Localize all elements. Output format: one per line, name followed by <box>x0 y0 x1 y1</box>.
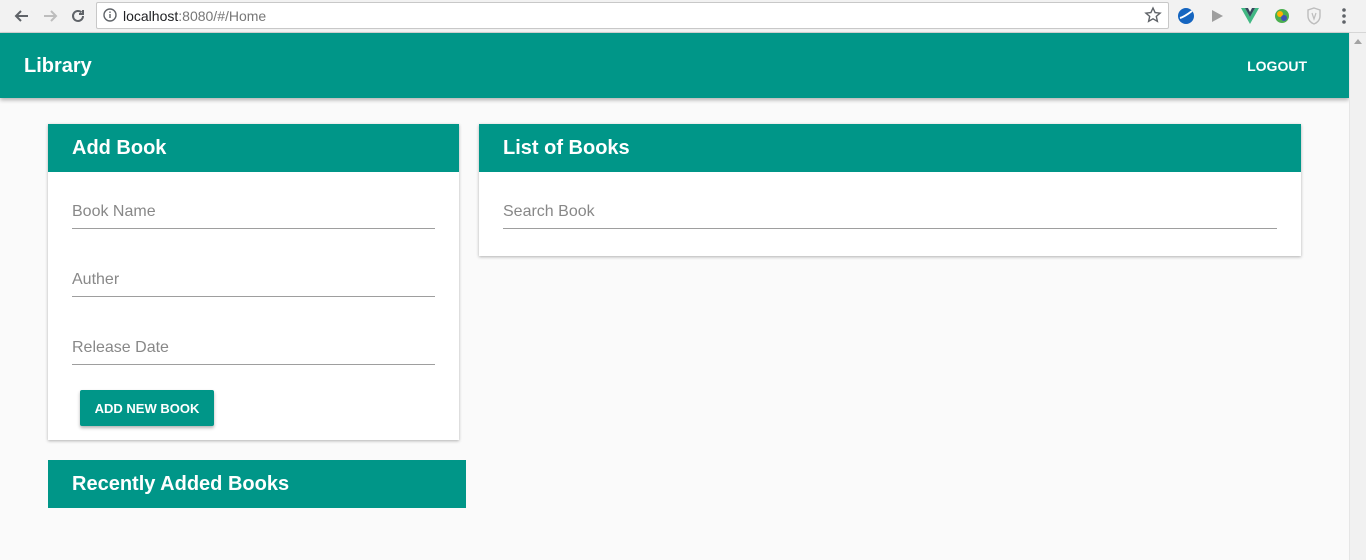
add-book-card: Add Book ADD NEW BOOK <box>48 124 459 440</box>
bookmark-star-icon[interactable] <box>1144 6 1162 29</box>
address-bar[interactable]: localhost:8080/#/Home <box>96 2 1169 29</box>
extension-globe-icon[interactable] <box>1176 6 1196 26</box>
extension-vue-icon[interactable] <box>1240 6 1260 26</box>
author-input[interactable] <box>72 266 435 294</box>
url-host: localhost <box>123 8 179 24</box>
recently-added-books-header: Recently Added Books <box>48 460 466 508</box>
book-list-title: List of Books <box>479 124 1301 172</box>
url-path: :8080/#/Home <box>178 8 267 24</box>
logout-button[interactable]: LOGOUT <box>1247 58 1307 74</box>
book-name-field[interactable] <box>72 198 435 229</box>
extension-shield-icon[interactable] <box>1304 6 1324 26</box>
release-date-input[interactable] <box>72 334 435 362</box>
url-text: localhost:8080/#/Home <box>123 8 266 24</box>
info-icon[interactable] <box>103 8 117 27</box>
reload-icon[interactable] <box>68 6 88 26</box>
menu-kebab-icon[interactable] <box>1334 6 1354 26</box>
back-icon[interactable] <box>12 6 32 26</box>
search-book-field[interactable] <box>503 198 1277 229</box>
book-list-card: List of Books <box>479 124 1301 256</box>
book-name-input[interactable] <box>72 198 435 226</box>
add-new-book-button[interactable]: ADD NEW BOOK <box>80 390 214 426</box>
app-title: Library <box>24 55 92 77</box>
add-book-title: Add Book <box>48 124 459 172</box>
browser-toolbar: localhost:8080/#/Home <box>0 0 1366 33</box>
extension-play-icon[interactable] <box>1207 6 1227 26</box>
search-book-input[interactable] <box>503 198 1277 226</box>
scroll-up-arrow-icon[interactable] <box>1354 39 1362 44</box>
forward-icon[interactable] <box>40 6 60 26</box>
extension-cube-icon[interactable] <box>1272 6 1292 26</box>
page-scrollbar[interactable] <box>1349 33 1366 560</box>
author-field[interactable] <box>72 266 435 297</box>
app-bar: Library LOGOUT <box>0 33 1349 98</box>
release-date-field[interactable] <box>72 334 435 365</box>
